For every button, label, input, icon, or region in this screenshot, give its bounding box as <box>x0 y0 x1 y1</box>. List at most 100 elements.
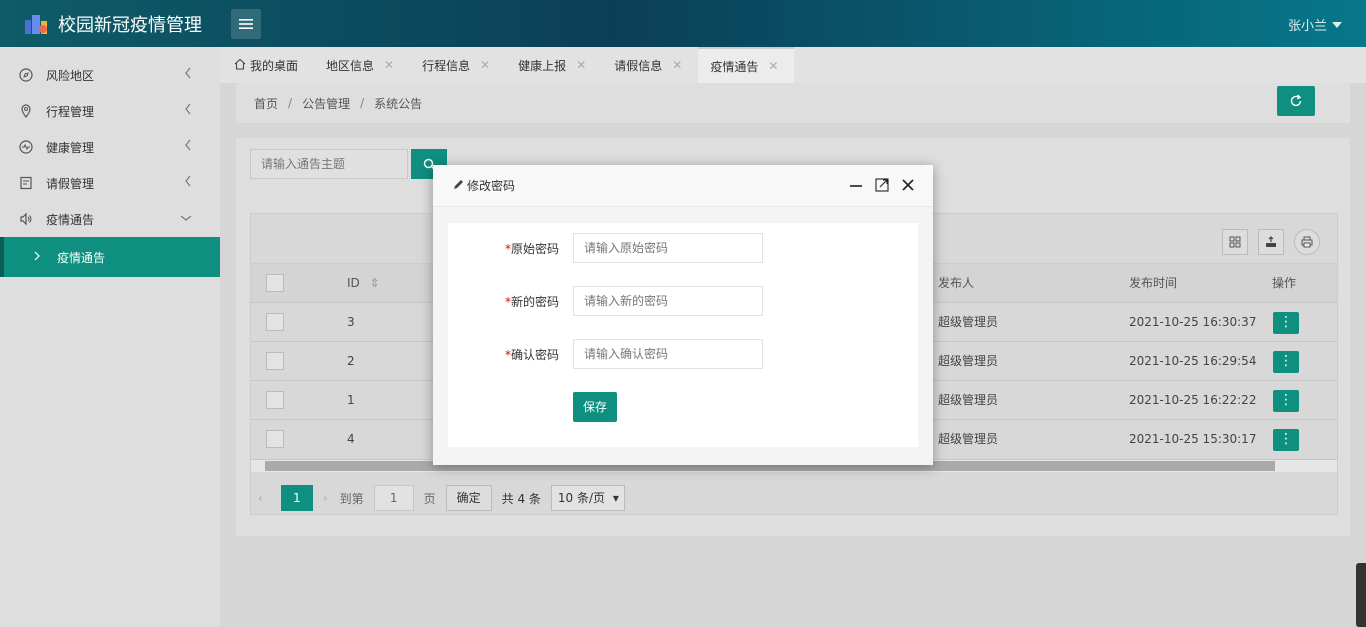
confirm-password-field[interactable]: 请输入确认密码 <box>573 339 763 369</box>
row-more-button[interactable]: ⋮ <box>1273 429 1299 451</box>
tab-desktop[interactable]: 我的桌面 <box>220 47 314 83</box>
column-time: 发布时间 <box>1129 276 1178 290</box>
field-label-text: 新的密码 <box>510 294 559 309</box>
location-pin-icon <box>18 103 34 119</box>
top-header: 校园新冠疫情管理 张小兰 <box>0 0 1366 47</box>
old-password-field[interactable]: 请输入原始密码 <box>573 233 763 263</box>
column-id[interactable]: ID ⇕ <box>347 264 380 303</box>
refresh-button[interactable] <box>1277 86 1315 116</box>
search-input[interactable]: 请输入通告主题 <box>250 149 408 179</box>
field-label-text: 原始密码 <box>510 241 559 256</box>
tab-leave[interactable]: 请假信息 ✕ <box>602 47 698 83</box>
chevron-left-icon <box>184 175 192 190</box>
breadcrumb-section[interactable]: 公告管理 <box>302 95 350 112</box>
more-vertical-icon: ⋮ <box>1279 392 1293 408</box>
goto-page-input[interactable]: 1 <box>373 485 414 511</box>
user-menu[interactable]: 张小兰 <box>1288 15 1342 34</box>
tab-label: 我的桌面 <box>250 58 299 73</box>
row-checkbox[interactable] <box>266 430 284 448</box>
tab-itinerary[interactable]: 行程信息 ✕ <box>410 47 506 83</box>
goto-confirm-button[interactable]: 确定 <box>445 485 492 511</box>
pagination: ‹ 1 › 到第 1 页 确定 共 4 条 10 条/页 ▾ <box>250 483 625 513</box>
new-password-field[interactable]: 请输入新的密码 <box>573 286 763 316</box>
app-title: 校园新冠疫情管理 <box>58 14 202 36</box>
close-icon[interactable]: ✕ <box>384 58 394 72</box>
compass-icon <box>18 67 34 83</box>
select-all-checkbox[interactable] <box>266 274 284 292</box>
print-icon <box>1301 236 1313 248</box>
dialog-title: 修改密码 <box>467 179 516 193</box>
column-publisher: 发布人 <box>938 276 975 290</box>
form-row-old-password: *原始密码 请输入原始密码 <box>448 233 763 263</box>
pulse-icon <box>18 139 34 155</box>
cell-time: 2021-10-25 16:22:22 <box>1129 393 1257 407</box>
cell-id: 3 <box>347 315 355 329</box>
breadcrumb: 首页 / 公告管理 / 系统公告 <box>236 83 1350 123</box>
next-page-icon[interactable]: › <box>323 491 328 505</box>
close-icon[interactable]: ✕ <box>576 58 586 72</box>
sidebar: 风险地区 行程管理 健康管理 请假管理 疫情通告 疫情通告 <box>0 47 220 627</box>
breadcrumb-separator: / <box>360 96 365 110</box>
chevron-right-icon <box>34 250 41 264</box>
tab-health-report[interactable]: 健康上报 ✕ <box>506 47 602 83</box>
sidebar-item-label: 疫情通告 <box>46 212 95 227</box>
prev-page-icon[interactable]: ‹ <box>258 491 263 505</box>
cell-publisher: 超级管理员 <box>938 393 999 407</box>
tab-notice[interactable]: 疫情通告 ✕ <box>698 47 795 83</box>
form-row-new-password: *新的密码 请输入新的密码 <box>448 286 763 316</box>
page-current[interactable]: 1 <box>280 485 313 511</box>
change-password-dialog: 修改密码 *原始密码 请输入原始密码 *新的密码 请输入新的密码 *确认密码 请… <box>433 165 933 465</box>
save-button[interactable]: 保存 <box>573 392 617 422</box>
minimize-icon[interactable] <box>849 178 863 195</box>
row-more-button[interactable]: ⋮ <box>1273 390 1299 412</box>
sidebar-item-health[interactable]: 健康管理 <box>0 129 220 165</box>
chevron-left-icon <box>184 103 192 118</box>
more-vertical-icon: ⋮ <box>1279 353 1293 369</box>
tab-bar: 我的桌面 地区信息 ✕ 行程信息 ✕ 健康上报 ✕ 请假信息 ✕ 疫情通告 ✕ <box>220 47 1366 83</box>
tab-label: 地区信息 <box>326 58 375 73</box>
row-checkbox[interactable] <box>266 313 284 331</box>
sidebar-item-label: 行程管理 <box>46 104 95 119</box>
sidebar-item-leave[interactable]: 请假管理 <box>0 165 220 201</box>
export-button[interactable] <box>1258 229 1284 255</box>
cell-publisher: 超级管理员 <box>938 315 999 329</box>
sidebar-item-risk-area[interactable]: 风险地区 <box>0 57 220 93</box>
breadcrumb-home[interactable]: 首页 <box>254 95 278 112</box>
sidebar-item-notice[interactable]: 疫情通告 <box>0 201 220 237</box>
row-checkbox[interactable] <box>266 391 284 409</box>
dialog-header: 修改密码 <box>433 165 933 207</box>
cell-time: 2021-10-25 15:30:17 <box>1129 432 1257 446</box>
breadcrumb-separator: / <box>288 96 293 110</box>
row-checkbox[interactable] <box>266 352 284 370</box>
cell-publisher: 超级管理员 <box>938 354 999 368</box>
print-button[interactable] <box>1294 229 1320 255</box>
tab-region[interactable]: 地区信息 ✕ <box>314 47 410 83</box>
more-vertical-icon: ⋮ <box>1279 314 1293 330</box>
page-unit-label: 页 <box>423 491 436 506</box>
columns-filter-button[interactable] <box>1222 229 1248 255</box>
maximize-icon[interactable] <box>875 178 889 195</box>
row-more-button[interactable]: ⋮ <box>1273 351 1299 373</box>
menu-toggle-button[interactable] <box>231 9 261 39</box>
sort-icon[interactable]: ⇕ <box>370 276 380 290</box>
refresh-icon <box>1290 94 1302 107</box>
sidebar-item-label: 请假管理 <box>46 176 95 191</box>
more-vertical-icon: ⋮ <box>1279 431 1293 447</box>
column-label: ID <box>347 276 360 290</box>
cell-publisher: 超级管理员 <box>938 432 999 446</box>
close-icon[interactable]: ✕ <box>480 58 490 72</box>
chevron-left-icon <box>184 67 192 82</box>
sidebar-item-itinerary[interactable]: 行程管理 <box>0 93 220 129</box>
close-icon[interactable] <box>901 178 915 195</box>
page-size-select[interactable]: 10 条/页 ▾ <box>550 485 625 511</box>
cell-time: 2021-10-25 16:29:54 <box>1129 354 1257 368</box>
sidebar-item-label: 健康管理 <box>46 140 95 155</box>
sidebar-subitem-notice[interactable]: 疫情通告 <box>0 237 220 277</box>
row-more-button[interactable]: ⋮ <box>1273 312 1299 334</box>
field-label: *原始密码 <box>448 240 573 257</box>
cell-id: 4 <box>347 432 355 446</box>
close-icon[interactable]: ✕ <box>672 58 682 72</box>
side-widget[interactable] <box>1356 563 1366 627</box>
close-icon[interactable]: ✕ <box>768 59 778 73</box>
total-count: 共 4 条 <box>501 491 541 506</box>
